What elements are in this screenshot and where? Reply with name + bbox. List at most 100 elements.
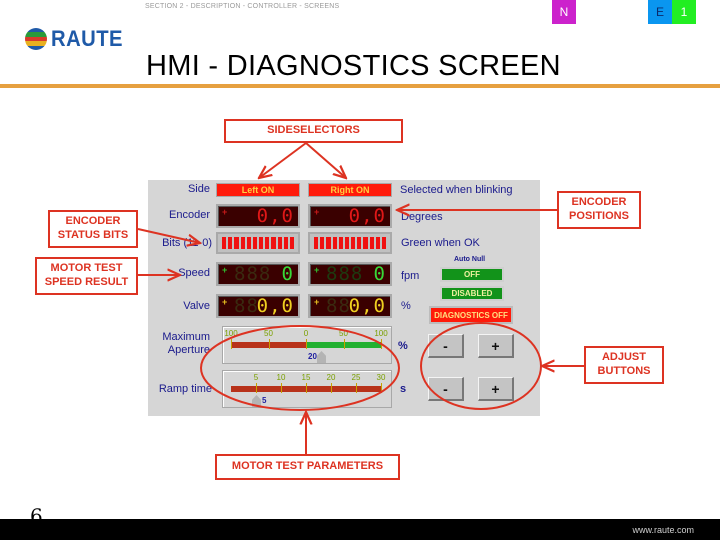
label-ramp-time: Ramp time bbox=[158, 383, 212, 395]
note-side: Selected when blinking bbox=[400, 184, 513, 196]
bit-indicator bbox=[277, 237, 282, 249]
slider-tick bbox=[306, 383, 307, 393]
auto-null-label: Auto Null bbox=[454, 256, 486, 263]
callout-line: ENCODER bbox=[65, 215, 121, 228]
bit-indicator bbox=[240, 237, 245, 249]
callout-line: MOTOR TEST bbox=[50, 262, 123, 275]
right-encoder-bits bbox=[308, 232, 392, 254]
ramp-time-slider[interactable]: 5 10 15 20 25 30 5 bbox=[222, 370, 392, 408]
aperture-decrease-button[interactable]: - bbox=[428, 334, 464, 358]
encoder-value: 0,0 bbox=[256, 205, 294, 227]
label-side: Side bbox=[187, 183, 210, 195]
bit-indicator bbox=[234, 237, 239, 249]
bit-indicator bbox=[259, 237, 264, 249]
bit-indicator bbox=[252, 237, 258, 249]
slider-tick-label: 30 bbox=[376, 373, 386, 382]
callout-line: POSITIONS bbox=[569, 210, 629, 222]
raute-logo: RAUTE bbox=[25, 26, 129, 52]
callout-encoder-status-bits: ENCODER STATUS BITS bbox=[48, 210, 138, 248]
ramp-increase-button[interactable]: + bbox=[478, 377, 514, 401]
bit-indicator bbox=[332, 237, 337, 249]
auto-null-status: DISABLED bbox=[440, 286, 504, 301]
callout-line: SPEED RESULT bbox=[44, 276, 129, 288]
right-encoder-display: + 0,0 bbox=[308, 204, 392, 228]
bit-indicator bbox=[265, 237, 270, 249]
slider-thumb bbox=[317, 351, 326, 363]
bit-indicator bbox=[375, 237, 380, 249]
callout-adjust-buttons: ADJUST BUTTONS bbox=[584, 346, 664, 384]
ghost-digits: 88 bbox=[326, 295, 351, 317]
label-bits: Bits (11-0) bbox=[162, 237, 212, 249]
slider-tick bbox=[268, 339, 270, 349]
sign: + bbox=[314, 297, 320, 307]
language-badge-e: E bbox=[648, 0, 672, 24]
slider-tick-label: 25 bbox=[351, 373, 361, 382]
slider-tick-label: 15 bbox=[301, 373, 311, 382]
left-valve-display: + 88 0,0 bbox=[216, 294, 300, 318]
section-breadcrumb: SECTION 2 - DESCRIPTION - CONTROLLER - S… bbox=[145, 3, 340, 10]
note-encoder: Degrees bbox=[401, 211, 443, 223]
slider-tick-label: 100 bbox=[224, 329, 238, 338]
bit-indicator bbox=[326, 237, 331, 249]
slider-tick bbox=[381, 383, 382, 393]
callout-motor-test-parameters: MOTOR TEST PARAMETERS bbox=[215, 454, 400, 480]
label-aperture: Aperture bbox=[167, 344, 210, 356]
sign: + bbox=[314, 265, 320, 275]
left-speed-display: + 888 0 bbox=[216, 262, 300, 286]
callout-sideselectors: SIDESELECTORS bbox=[224, 119, 403, 143]
slider-tick bbox=[381, 339, 382, 349]
left-side-button[interactable]: Left ON bbox=[216, 183, 300, 197]
label-encoder: Encoder bbox=[169, 209, 210, 221]
ghost-digits: 888 bbox=[326, 263, 364, 285]
aperture-increase-button[interactable]: + bbox=[478, 334, 514, 358]
callout-line: ADJUST bbox=[601, 351, 646, 364]
slider-tick bbox=[306, 339, 307, 349]
speed-value: 0 bbox=[373, 263, 386, 285]
slider-tick-label: 10 bbox=[276, 373, 286, 382]
logo-text: RAUTE bbox=[51, 26, 124, 51]
note-valve: % bbox=[401, 300, 411, 312]
slider-tick-label: 50 bbox=[264, 329, 273, 338]
callout-encoder-positions: ENCODER POSITIONS bbox=[557, 191, 641, 229]
speed-value: 0 bbox=[281, 263, 294, 285]
right-side-button[interactable]: Right ON bbox=[308, 183, 392, 197]
ghost-digits: 88 bbox=[234, 295, 259, 317]
slider-tick bbox=[256, 383, 257, 393]
auto-null-toggle[interactable]: OFF bbox=[440, 267, 504, 282]
title-divider bbox=[0, 84, 720, 88]
bit-indicator bbox=[314, 237, 319, 249]
bit-indicator bbox=[228, 237, 233, 249]
slider-value: 20 bbox=[308, 352, 317, 361]
callout-line: BUTTONS bbox=[597, 365, 651, 377]
slider-tick bbox=[343, 339, 345, 349]
footer-bar: www.raute.com bbox=[0, 519, 720, 540]
slider-thumb bbox=[252, 395, 261, 407]
bit-indicator bbox=[363, 237, 368, 249]
ghost-digits: 888 bbox=[234, 263, 272, 285]
arrow-to-left-side bbox=[259, 142, 307, 178]
valve-value: 0,0 bbox=[348, 295, 386, 317]
page-title: HMI - DIAGNOSTICS SCREEN bbox=[146, 50, 561, 82]
slider-tick-label: 100 bbox=[374, 329, 388, 338]
slider-tick bbox=[231, 339, 232, 349]
diagnostics-toggle-button[interactable]: DIAGNOSTICS OFF bbox=[429, 306, 513, 324]
bit-indicator bbox=[357, 237, 362, 249]
slider-tick bbox=[331, 383, 332, 393]
ramp-decrease-button[interactable]: - bbox=[428, 377, 464, 401]
label-valve: Valve bbox=[183, 300, 210, 312]
max-aperture-slider[interactable]: 100 50 0 50 100 20 bbox=[222, 326, 392, 364]
language-badge-n: N bbox=[552, 0, 576, 24]
sign: + bbox=[222, 297, 228, 307]
bit-indicator bbox=[344, 237, 350, 249]
bit-indicator bbox=[222, 237, 227, 249]
bit-indicator bbox=[351, 237, 356, 249]
right-speed-display: + 888 0 bbox=[308, 262, 392, 286]
left-encoder-display: + 0,0 bbox=[216, 204, 300, 228]
bit-indicator bbox=[246, 237, 251, 249]
sign: + bbox=[222, 207, 228, 217]
slider-tick-label: 20 bbox=[326, 373, 336, 382]
footer-url[interactable]: www.raute.com bbox=[632, 525, 694, 535]
encoder-value: 0,0 bbox=[348, 205, 386, 227]
slider-tick-label: 5 bbox=[253, 373, 259, 382]
bit-indicator bbox=[283, 237, 288, 249]
